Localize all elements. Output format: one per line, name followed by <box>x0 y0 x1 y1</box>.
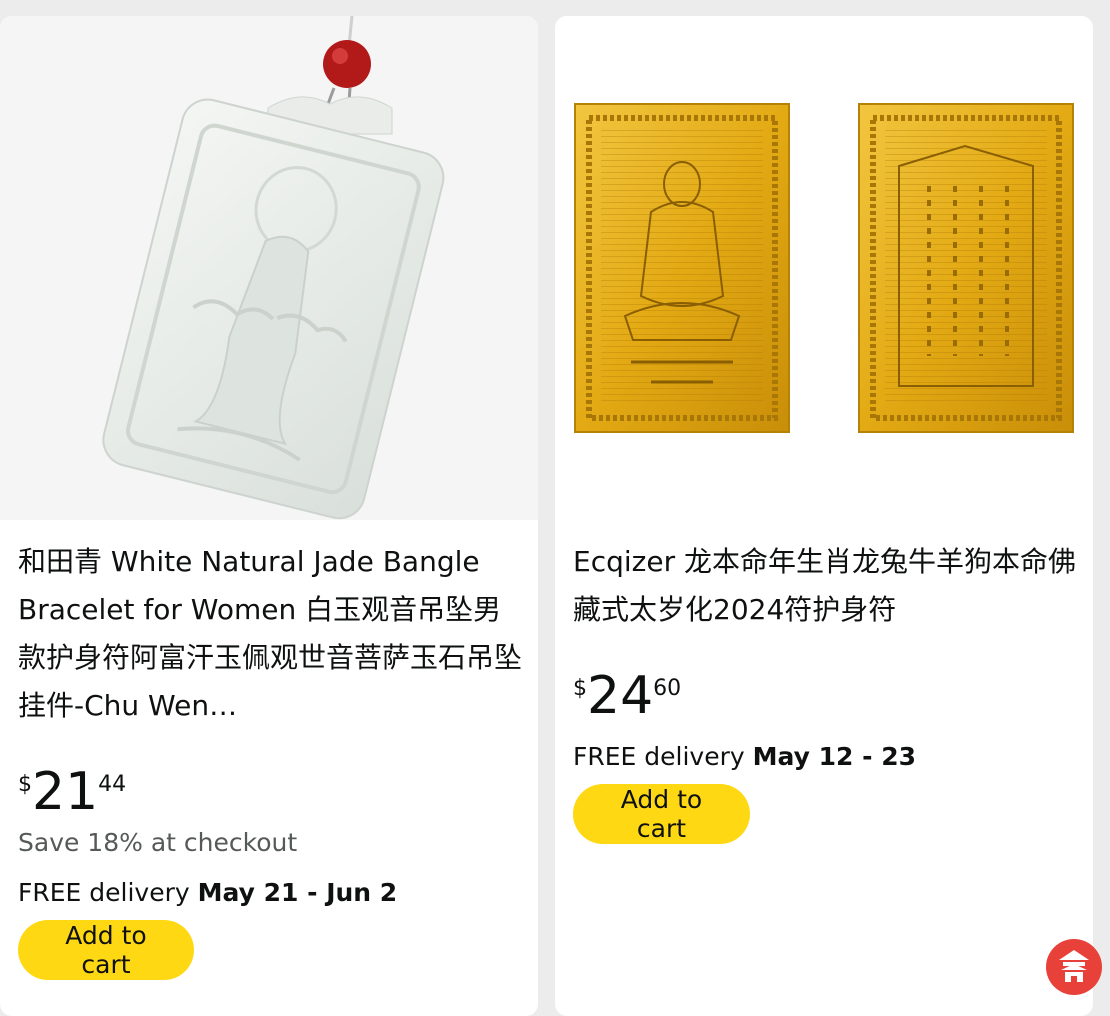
price-symbol: $ <box>18 772 32 797</box>
product-image[interactable] <box>555 16 1093 520</box>
product-title[interactable]: 和田青 White Natural Jade Bangle Bracelet f… <box>18 538 523 730</box>
savings-note: Save 18% at checkout <box>18 828 298 857</box>
pavilion-logo-icon <box>1046 939 1102 995</box>
product-card[interactable]: 和田青 White Natural Jade Bangle Bracelet f… <box>0 16 538 1016</box>
product-image[interactable] <box>0 16 538 520</box>
price-whole: 24 <box>587 666 654 726</box>
add-to-cart-button[interactable]: Add to cart <box>573 784 750 844</box>
price-whole: 21 <box>32 762 99 822</box>
gold-amulet-cards-icon <box>574 103 1074 433</box>
price-fraction: 44 <box>98 772 127 797</box>
delivery-info: FREE delivery May 12 - 23 <box>573 742 916 771</box>
price-symbol: $ <box>573 676 587 701</box>
price-fraction: 60 <box>653 676 682 701</box>
delivery-info: FREE delivery May 21 - Jun 2 <box>18 878 397 907</box>
delivery-dates: May 12 - 23 <box>752 742 916 771</box>
delivery-prefix: FREE delivery <box>18 878 198 907</box>
product-price: $ 24 60 <box>573 668 681 724</box>
jade-pendant-icon <box>102 16 445 520</box>
product-card[interactable]: Ecqizer 龙本命年生肖龙兔牛羊狗本命佛藏式太岁化2024符护身符 $ 24… <box>555 16 1093 1016</box>
product-price: $ 21 44 <box>18 764 126 820</box>
product-title[interactable]: Ecqizer 龙本命年生肖龙兔牛羊狗本命佛藏式太岁化2024符护身符 <box>573 538 1078 634</box>
add-to-cart-button[interactable]: Add to cart <box>18 920 194 980</box>
delivery-dates: May 21 - Jun 2 <box>197 878 398 907</box>
delivery-prefix: FREE delivery <box>573 742 753 771</box>
